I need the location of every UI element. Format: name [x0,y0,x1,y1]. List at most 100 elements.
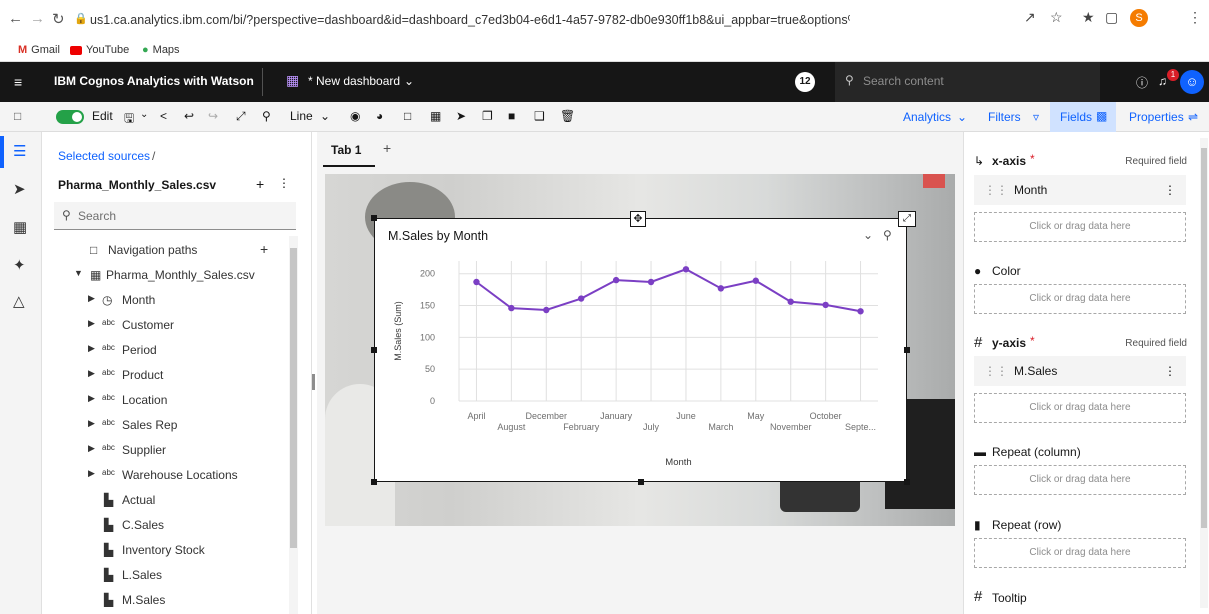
search-box[interactable]: ⚲ Search content [835,62,1100,102]
line-chart-widget[interactable]: M.Sales by Month ⌄ ⚲ 0 50 100 150 200 April Au… [374,218,907,482]
resize-handle-se[interactable] [904,479,910,485]
tab-1[interactable]: Tab 1 [331,143,361,157]
delete-icon[interactable]: 🗑 [560,109,575,123]
tree-item[interactable]: Warehouse Locations [122,468,238,482]
tree-item[interactable]: Month [122,293,155,307]
x-axis-drop-zone[interactable]: Click or drag data here [974,212,1186,242]
source-menu-icon[interactable]: ⋮ [278,176,290,190]
search-input[interactable]: Search content [863,74,944,88]
properties-button[interactable]: Properties [1129,110,1184,124]
copy-icon[interactable]: ❐ [482,109,493,123]
fields-tab[interactable]: Fields ▩ [1050,102,1116,132]
maximize-icon[interactable]: ⤢ [898,211,916,227]
viz-type-label[interactable]: Line [290,109,313,123]
expand-icon[interactable]: ▶ [88,468,95,479]
expand-icon[interactable]: ▶ [88,393,95,404]
add-source-icon[interactable]: + [256,176,264,192]
help-icon[interactable]: ⓘ [1136,74,1148,91]
bookmark-maps[interactable]: ● Maps [142,44,180,56]
fit-icon[interactable]: □ [404,109,411,123]
expand-icon[interactable]: ▶ [88,293,95,304]
lock-icon[interactable]: 🔒 [74,12,88,25]
y-axis-field-chip[interactable]: ⋮⋮ M.Sales ⋮ [974,356,1186,386]
send-back-icon[interactable]: ❑ [534,109,545,123]
collapse-icon[interactable]: ▼ [74,268,83,278]
pin-icon[interactable]: ⚲ [262,109,271,123]
save-chevron-icon[interactable]: ⌄ [140,109,148,120]
palette-icon[interactable]: ◉ [350,109,360,123]
address-bar[interactable]: us1.ca.analytics.ibm.com/bi/?perspective… [90,9,850,31]
share-dashboard-icon[interactable]: < [160,109,167,123]
share-icon[interactable]: ↗ [1024,9,1036,26]
tree-item[interactable]: Supplier [122,443,166,457]
notification-count-badge[interactable]: 12 [795,72,815,92]
user-avatar[interactable]: ☺ [1180,70,1204,94]
tree-item[interactable]: Period [122,343,157,357]
undo-icon[interactable]: ↩ [184,109,194,123]
resize-handle-nw[interactable] [371,215,377,221]
line-chart-icon[interactable]: ⌄ [320,109,330,123]
data-sources-icon[interactable]: ☰ [13,142,26,160]
reload-icon[interactable]: ↻ [52,10,65,28]
tree-item[interactable]: Sales Rep [122,418,177,432]
measure-item[interactable]: Inventory Stock [122,543,205,557]
bookmark-star-icon[interactable]: ☆ [1050,9,1063,26]
pin-rail-icon[interactable]: ➤ [13,180,26,198]
expand-icon[interactable]: ▶ [88,343,95,354]
y-axis-drop-zone[interactable]: Click or drag data here [974,393,1186,423]
refresh-data-icon[interactable]: ◕ [376,109,383,123]
redo-icon[interactable]: ↪ [208,109,218,123]
chevron-down-icon[interactable]: ⌄ [404,74,414,88]
source-search-box[interactable]: ⚲ Search [54,202,296,230]
edit-toggle[interactable] [56,110,84,124]
expand-icon[interactable]: ▶ [88,443,95,454]
save-icon[interactable]: 🖫 [124,109,134,130]
hamburger-menu-icon[interactable]: ≡ [14,74,22,90]
color-drop-zone[interactable]: Click or drag data here [974,284,1186,314]
expand-icon[interactable]: ▶ [88,368,95,379]
menu-icon[interactable]: ⋮ [1188,9,1202,26]
measure-item[interactable]: L.Sales [122,568,162,582]
comment-icon[interactable]: □ [14,109,21,123]
assistant-icon[interactable]: ✦ [13,256,26,274]
repeat-column-drop-zone[interactable]: Click or drag data here [974,465,1186,495]
notifications-bell-icon[interactable]: ♫ [1158,74,1167,88]
tree-root[interactable]: Pharma_Monthly_Sales.csv [106,268,255,282]
repeat-row-drop-zone[interactable]: Click or drag data here [974,538,1186,568]
extensions-icon[interactable]: ★ [1082,9,1095,26]
resize-handle-sw[interactable] [371,479,377,485]
tree-item[interactable]: Location [122,393,167,407]
tree-item[interactable]: Product [122,368,163,382]
resize-handle-e[interactable] [904,347,910,353]
add-tab-button[interactable]: + [383,140,391,156]
tree-item[interactable]: Customer [122,318,174,332]
bookmark-gmail[interactable]: M Gmail [18,44,60,56]
fields-scrollbar[interactable] [1200,138,1208,608]
source-search-input[interactable]: Search [78,209,116,223]
add-nav-path-icon[interactable]: + [260,241,268,257]
panel-resize-handle[interactable] [312,374,315,390]
selected-sources-link[interactable]: Selected sources [58,149,150,163]
x-axis-field-chip[interactable]: ⋮⋮ Month ⋮ [974,175,1186,205]
analytics-button[interactable]: Analytics [903,110,951,124]
profile-avatar[interactable]: S [1130,9,1148,27]
resize-handle-s[interactable] [638,479,644,485]
navigation-paths[interactable]: Navigation paths [108,243,197,257]
measure-item[interactable]: C.Sales [122,518,164,532]
pin-tool-icon[interactable]: ➤ [456,109,466,123]
measure-item[interactable]: M.Sales [122,593,165,607]
scrollbar-thumb[interactable] [290,248,297,548]
field-menu-icon[interactable]: ⋮ [1164,175,1176,205]
table-icon[interactable]: ▦ [430,109,441,123]
dashboard-title[interactable]: * New dashboard [308,74,400,88]
field-menu-icon[interactable]: ⋮ [1164,356,1176,386]
visualizations-icon[interactable]: ▦ [13,218,27,236]
expand-icon[interactable]: ▶ [88,318,95,329]
expand-icon[interactable]: ▶ [88,418,95,429]
filters-button[interactable]: Filters [988,110,1021,124]
sidepanel-icon[interactable]: ▢ [1105,9,1118,26]
back-icon[interactable]: ← [8,10,23,27]
resize-handle-w[interactable] [371,347,377,353]
bookmark-youtube[interactable]: YouTube [70,44,129,56]
move-handle-icon[interactable]: ✥ [630,211,646,227]
